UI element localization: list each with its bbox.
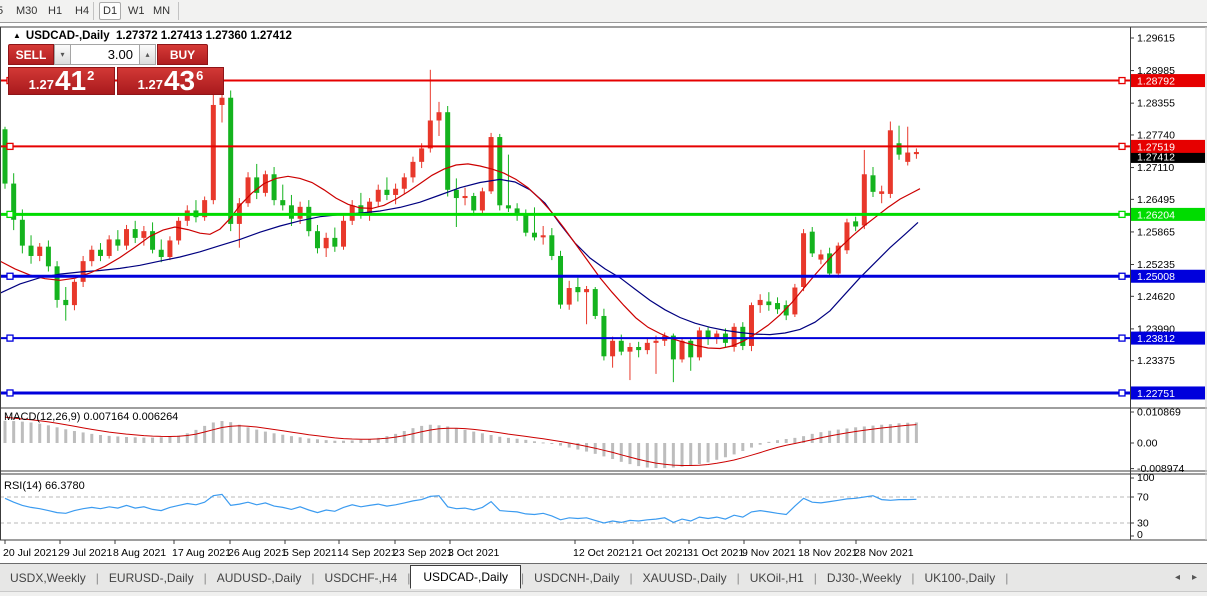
sell-price-display[interactable]: 1.27412 <box>8 67 115 95</box>
svg-text:1.27519: 1.27519 <box>1137 141 1175 153</box>
svg-text:1.27740: 1.27740 <box>1137 129 1175 141</box>
svg-text:100: 100 <box>1137 472 1155 484</box>
tab-usdcnh-daily[interactable]: USDCNH-,Daily <box>524 567 629 589</box>
svg-text:0.00: 0.00 <box>1137 438 1158 450</box>
tab-usdcad-daily[interactable]: USDCAD-,Daily <box>410 565 521 589</box>
buy-price-display[interactable]: 1.27436 <box>117 67 224 95</box>
svg-text:1.25235: 1.25235 <box>1137 259 1175 271</box>
svg-text:70: 70 <box>1137 492 1149 504</box>
svg-text:14 Sep 2021: 14 Sep 2021 <box>337 547 397 559</box>
svg-text:9 Nov 2021: 9 Nov 2021 <box>742 547 796 559</box>
svg-text:23 Sep 2021: 23 Sep 2021 <box>393 547 453 559</box>
trading-app-window: { "toolbar": { "timeframes": ["5", "M30"… <box>0 0 1207 596</box>
symbol-tab-bar: USDX,Weekly|EURUSD-,Daily|AUDUSD-,Daily|… <box>0 563 1207 591</box>
volume-input[interactable]: 3.00 <box>71 44 139 65</box>
volume-decrease-button[interactable]: ▾ <box>54 44 71 65</box>
svg-text:1.28355: 1.28355 <box>1137 98 1175 110</box>
line-handle <box>7 273 13 279</box>
svg-text:30: 30 <box>1137 518 1149 530</box>
svg-text:1.28792: 1.28792 <box>1137 76 1175 88</box>
svg-text:21 Oct 2021: 21 Oct 2021 <box>631 547 688 559</box>
svg-text:0.010869: 0.010869 <box>1137 407 1181 419</box>
tab-uk100-daily[interactable]: UK100-,Daily <box>915 567 1006 589</box>
svg-text:5 Sep 2021: 5 Sep 2021 <box>283 547 337 559</box>
line-handle <box>7 211 13 217</box>
svg-text:0: 0 <box>1137 529 1143 541</box>
status-strip <box>0 591 1207 596</box>
svg-text:29 Jul 2021: 29 Jul 2021 <box>58 547 112 559</box>
svg-text:3 Oct 2021: 3 Oct 2021 <box>448 547 500 559</box>
collapse-panel-icon[interactable]: ▲ <box>13 31 21 40</box>
tab-scroll-right-icon[interactable]: ▸ <box>1192 572 1197 583</box>
chart-title: ▲ USDCAD-,Daily 1.27372 1.27413 1.27360 1… <box>13 30 292 42</box>
volume-increase-button[interactable]: ▴ <box>139 44 156 65</box>
line-handle <box>7 390 13 396</box>
line-handle <box>7 143 13 149</box>
line-handle <box>1119 78 1125 84</box>
tab-audusd-daily[interactable]: AUDUSD-,Daily <box>207 567 312 589</box>
chart-symbol-label: USDCAD-,Daily <box>26 30 110 42</box>
sell-button[interactable]: SELL <box>8 44 54 65</box>
svg-text:26 Aug 2021: 26 Aug 2021 <box>228 547 287 559</box>
sell-price-pip: 2 <box>87 68 94 83</box>
buy-price-pip: 6 <box>196 68 203 83</box>
line-handle <box>1119 211 1125 217</box>
svg-text:1.23812: 1.23812 <box>1137 333 1175 345</box>
svg-text:1.23375: 1.23375 <box>1137 355 1175 367</box>
tab-ukoil-h1[interactable]: UKOil-,H1 <box>740 567 814 589</box>
svg-text:17 Aug 2021: 17 Aug 2021 <box>172 547 231 559</box>
svg-text:1.26204: 1.26204 <box>1137 209 1175 221</box>
line-handle <box>1119 335 1125 341</box>
tab-eurusd-daily[interactable]: EURUSD-,Daily <box>99 567 204 589</box>
sell-price-prefix: 1.27 <box>29 77 54 92</box>
svg-text:12 Oct 2021: 12 Oct 2021 <box>573 547 630 559</box>
svg-text:31 Oct 2021: 31 Oct 2021 <box>687 547 744 559</box>
svg-text:28 Nov 2021: 28 Nov 2021 <box>854 547 914 559</box>
tab-dj30-weekly[interactable]: DJ30-,Weekly <box>817 567 911 589</box>
line-handle <box>1119 273 1125 279</box>
svg-text:1.25008: 1.25008 <box>1137 271 1175 283</box>
one-click-trade-panel: SELL ▾ 3.00 ▴ BUY 1.27412 1.27436 <box>8 44 230 95</box>
svg-text:1.26495: 1.26495 <box>1137 194 1175 206</box>
line-handle <box>7 335 13 341</box>
buy-price-big: 43 <box>164 69 195 93</box>
tab-scroll-left-icon[interactable]: ◂ <box>1175 572 1180 583</box>
svg-text:1.27110: 1.27110 <box>1137 162 1174 174</box>
buy-price-prefix: 1.27 <box>138 77 163 92</box>
svg-text:1.22751: 1.22751 <box>1137 388 1175 400</box>
line-handle <box>1119 390 1125 396</box>
svg-text:8 Aug 2021: 8 Aug 2021 <box>113 547 166 559</box>
svg-text:1.25865: 1.25865 <box>1137 226 1175 238</box>
svg-text:20 Jul 2021: 20 Jul 2021 <box>3 547 57 559</box>
svg-text:1.24620: 1.24620 <box>1137 291 1175 303</box>
tab-usdchf-h4[interactable]: USDCHF-,H4 <box>315 567 408 589</box>
svg-text:1.29615: 1.29615 <box>1137 33 1175 45</box>
svg-text:18 Nov 2021: 18 Nov 2021 <box>798 547 858 559</box>
line-handle <box>1119 143 1125 149</box>
date-axis: 20 Jul 202129 Jul 20218 Aug 2021 17 Aug 2… <box>3 540 914 559</box>
macd-indicator-label: MACD(12,26,9) 0.007164 0.006264 <box>4 411 178 423</box>
tab-separator: | <box>1005 571 1008 585</box>
rsi-indicator-label: RSI(14) 66.3780 <box>4 480 85 492</box>
tab-xauusd-daily[interactable]: XAUUSD-,Daily <box>633 567 737 589</box>
chart-ohlc-values: 1.27372 1.27413 1.27360 1.27412 <box>116 30 292 42</box>
sell-price-big: 41 <box>55 69 86 93</box>
tab-usdx-weekly[interactable]: USDX,Weekly <box>0 567 96 589</box>
buy-button[interactable]: BUY <box>157 44 208 65</box>
